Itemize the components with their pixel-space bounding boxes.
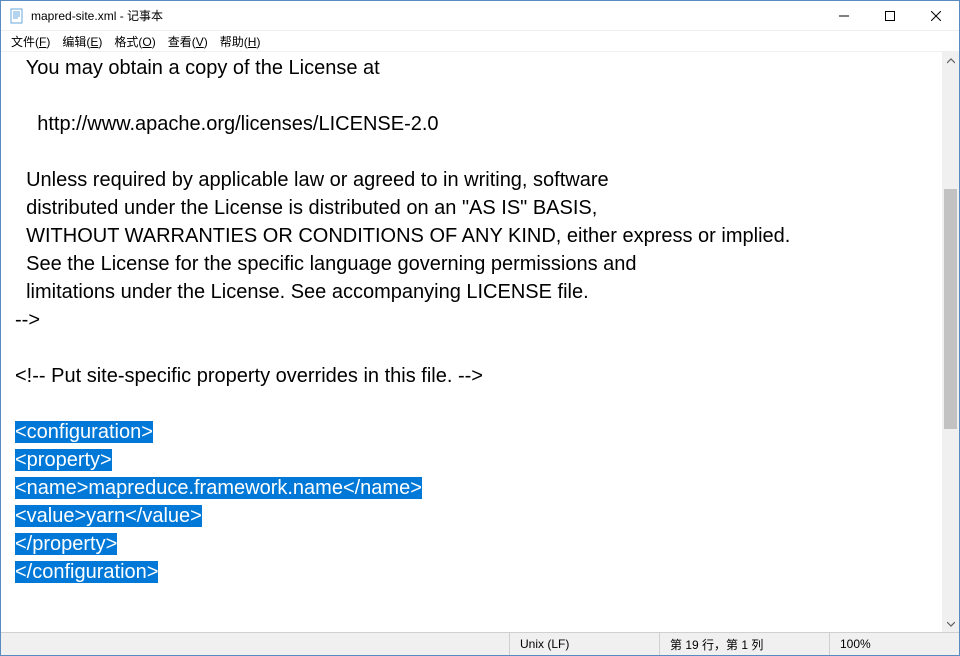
text-line[interactable]: Unless required by applicable law or agr… xyxy=(15,166,938,194)
text-line[interactable]: </configuration> xyxy=(15,558,938,586)
selected-text[interactable]: <property> xyxy=(15,449,112,471)
status-line-ending: Unix (LF) xyxy=(509,633,659,655)
text-line[interactable]: </property> xyxy=(15,530,938,558)
text-line[interactable]: --> xyxy=(15,306,938,334)
selected-text[interactable]: <name>mapreduce.framework.name</name> xyxy=(15,477,422,499)
editor-area: You may obtain a copy of the License at … xyxy=(1,52,959,632)
text-line[interactable]: <value>yarn</value> xyxy=(15,502,938,530)
selected-text[interactable]: </property> xyxy=(15,533,117,555)
text-line[interactable]: http://www.apache.org/licenses/LICENSE-2… xyxy=(15,110,938,138)
window-title: mapred-site.xml - 记事本 xyxy=(31,7,163,24)
text-line[interactable]: <configuration> xyxy=(15,418,938,446)
text-line[interactable] xyxy=(15,138,938,166)
status-zoom: 100% xyxy=(829,633,959,655)
text-line[interactable]: See the License for the specific languag… xyxy=(15,250,938,278)
menu-help[interactable]: 帮助(H) xyxy=(214,31,267,52)
text-line[interactable]: WITHOUT WARRANTIES OR CONDITIONS OF ANY … xyxy=(15,222,938,250)
menubar: 文件(F) 编辑(E) 格式(O) 查看(V) 帮助(H) xyxy=(1,31,959,52)
close-button[interactable] xyxy=(913,1,959,31)
menu-view[interactable]: 查看(V) xyxy=(162,31,214,52)
statusbar: Unix (LF) 第 19 行，第 1 列 100% xyxy=(1,632,959,655)
window-controls xyxy=(821,1,959,30)
selected-text[interactable]: <configuration> xyxy=(15,421,153,443)
text-line[interactable] xyxy=(15,82,938,110)
app-icon xyxy=(9,8,25,24)
menu-file[interactable]: 文件(F) xyxy=(5,31,56,52)
selected-text[interactable]: <value>yarn</value> xyxy=(15,505,202,527)
text-line[interactable] xyxy=(15,334,938,362)
notepad-window: mapred-site.xml - 记事本 文件(F) 编辑(E) 格式(O) … xyxy=(0,0,960,656)
vertical-scrollbar[interactable] xyxy=(942,52,959,632)
menu-edit[interactable]: 编辑(E) xyxy=(56,31,108,52)
text-line[interactable] xyxy=(15,390,938,418)
scroll-thumb[interactable] xyxy=(944,189,957,429)
menu-format[interactable]: 格式(O) xyxy=(108,31,161,52)
titlebar[interactable]: mapred-site.xml - 记事本 xyxy=(1,1,959,31)
selected-text[interactable]: </configuration> xyxy=(15,561,158,583)
status-cursor-position: 第 19 行，第 1 列 xyxy=(659,633,829,655)
maximize-button[interactable] xyxy=(867,1,913,31)
text-line[interactable]: You may obtain a copy of the License at xyxy=(15,54,938,82)
minimize-button[interactable] xyxy=(821,1,867,31)
text-content[interactable]: You may obtain a copy of the License at … xyxy=(1,52,942,632)
text-line[interactable]: limitations under the License. See accom… xyxy=(15,278,938,306)
scroll-up-button[interactable] xyxy=(942,52,959,69)
text-line[interactable]: <name>mapreduce.framework.name</name> xyxy=(15,474,938,502)
text-line[interactable]: <!-- Put site-specific property override… xyxy=(15,362,938,390)
scroll-down-button[interactable] xyxy=(942,615,959,632)
text-line[interactable]: <property> xyxy=(15,446,938,474)
text-line[interactable]: distributed under the License is distrib… xyxy=(15,194,938,222)
scroll-track[interactable] xyxy=(942,69,959,615)
